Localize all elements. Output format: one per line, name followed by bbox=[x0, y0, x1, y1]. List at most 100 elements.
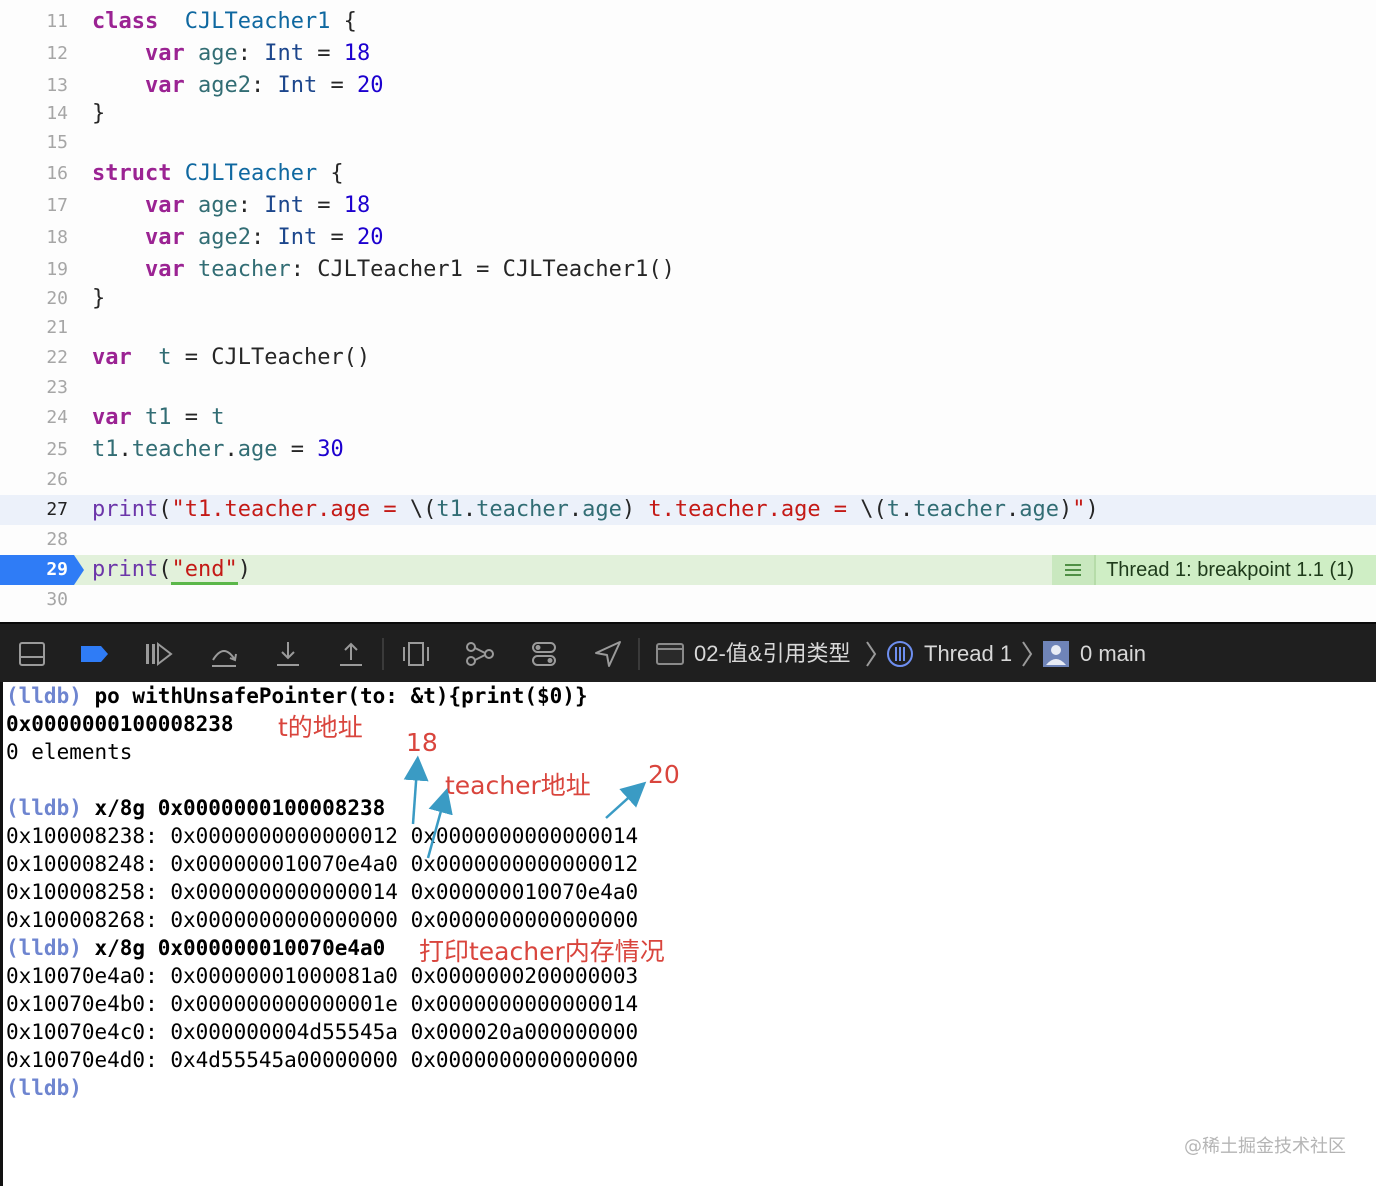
line-number[interactable]: 13 bbox=[0, 71, 68, 101]
line-number[interactable]: 27 bbox=[0, 495, 68, 525]
console-line: 0x100008238: 0x0000000000000012 0x000000… bbox=[6, 822, 638, 850]
code-token: var bbox=[144, 41, 185, 66]
code-line[interactable]: 26 bbox=[0, 465, 1376, 495]
code-token: = bbox=[277, 437, 318, 462]
step-over-icon[interactable] bbox=[208, 638, 240, 670]
code-line[interactable]: 30 bbox=[0, 585, 1376, 615]
lldb-command: x/8g 0x000000010070e4a0 bbox=[81, 936, 386, 960]
line-number[interactable]: 30 bbox=[0, 585, 68, 615]
code-line[interactable]: 11 class CJLTeacher1 { bbox=[0, 7, 1376, 37]
line-number[interactable]: 12 bbox=[0, 39, 68, 69]
code-token: } bbox=[92, 286, 106, 311]
console-line: 0x100008248: 0x000000010070e4a0 0x000000… bbox=[6, 850, 638, 878]
line-number[interactable]: 28 bbox=[0, 525, 68, 555]
code-token: CJLTeacher bbox=[184, 161, 318, 186]
code-token: teacher bbox=[131, 437, 225, 462]
code-line[interactable]: 19 var teacher: CJLTeacher1 = CJLTeacher… bbox=[0, 255, 1376, 285]
line-number[interactable]: 16 bbox=[0, 159, 68, 189]
code-token: Int bbox=[277, 73, 318, 98]
annotation-teacher-address: teacher地址 bbox=[445, 771, 591, 800]
console-output-text: 0 elements bbox=[6, 740, 133, 764]
code-token: : bbox=[237, 41, 265, 66]
environment-overrides-icon[interactable] bbox=[528, 638, 560, 670]
code-token: print bbox=[92, 557, 159, 582]
code-token: = bbox=[303, 41, 344, 66]
breadcrumb-target[interactable]: 02-值&引用类型 bbox=[694, 624, 850, 684]
lldb-command: x/8g 0x0000000100008238 bbox=[81, 796, 386, 820]
code-line[interactable]: 22 var t = CJLTeacher() bbox=[0, 343, 1376, 373]
code-line[interactable]: 13 var age2: Int = 20 bbox=[0, 71, 1376, 101]
code-line[interactable]: 21 bbox=[0, 313, 1376, 343]
source-editor[interactable]: 11 class CJLTeacher1 {12 var age: Int = 1… bbox=[0, 0, 1376, 622]
code-token: : bbox=[237, 193, 265, 218]
code-token: = bbox=[171, 405, 212, 430]
breadcrumb-frame[interactable]: 0 main bbox=[1080, 624, 1146, 684]
code-line[interactable]: 18 var age2: Int = 20 bbox=[0, 223, 1376, 253]
line-number[interactable]: 19 bbox=[0, 255, 68, 285]
line-number[interactable]: 21 bbox=[0, 313, 68, 343]
console-output-text: 0x100008238: 0x0000000000000012 0x000000… bbox=[6, 824, 639, 848]
breakpoints-toggle-icon[interactable] bbox=[78, 638, 110, 670]
console-output-text: 0x100008268: 0x0000000000000000 0x000000… bbox=[6, 908, 639, 932]
line-number[interactable]: 14 bbox=[0, 99, 68, 129]
code-line[interactable]: 27 print("t1.teacher.age = \(t1.teacher.a… bbox=[0, 495, 1376, 525]
code-token: t1 bbox=[145, 405, 172, 430]
lldb-prompt: (lldb) bbox=[6, 936, 82, 960]
code-token: "end" bbox=[171, 557, 238, 585]
menu-lines-icon[interactable] bbox=[1052, 555, 1097, 585]
line-number[interactable]: 18 bbox=[0, 223, 68, 253]
code-token: " bbox=[1072, 497, 1086, 522]
breadcrumb-thread[interactable]: Thread 1 bbox=[924, 624, 1012, 684]
console-output-text: 0x10070e4b0: 0x000000000000001e 0x000000… bbox=[6, 992, 639, 1016]
code-line[interactable]: 14} bbox=[0, 99, 1376, 129]
breakpoint-badge[interactable]: Thread 1: breakpoint 1.1 (1) bbox=[1052, 555, 1376, 585]
continue-icon[interactable] bbox=[142, 638, 174, 670]
code-line[interactable]: 24 var t1 = t bbox=[0, 403, 1376, 433]
hide-debug-area-icon[interactable] bbox=[16, 638, 48, 670]
simulate-location-icon[interactable] bbox=[592, 638, 624, 670]
line-number[interactable]: 11 bbox=[0, 7, 68, 37]
code-token: Int bbox=[264, 193, 304, 218]
step-out-icon[interactable] bbox=[335, 638, 367, 670]
line-number[interactable]: 23 bbox=[0, 373, 68, 403]
code-token: = bbox=[317, 73, 357, 98]
code-line[interactable]: 17 var age: Int = 18 bbox=[0, 191, 1376, 221]
code-token: \( bbox=[860, 497, 887, 522]
code-line[interactable]: 28 bbox=[0, 525, 1376, 555]
memory-graph-icon[interactable] bbox=[464, 638, 496, 670]
code-token: \( bbox=[409, 497, 437, 522]
annotation-t-address: t的地址 bbox=[278, 713, 363, 742]
line-number[interactable]: 25 bbox=[0, 435, 68, 465]
line-number[interactable]: 29 bbox=[0, 555, 68, 585]
debug-toolbar: 02-值&引用类型 Thread 1 0 main bbox=[0, 622, 1376, 684]
code-line[interactable]: 25 t1.teacher.age = 30 bbox=[0, 435, 1376, 465]
line-number[interactable]: 24 bbox=[0, 403, 68, 433]
lldb-console[interactable]: (lldb) po withUnsafePointer(to: &t){prin… bbox=[0, 682, 1376, 1186]
code-token: struct bbox=[92, 161, 172, 186]
view-hierarchy-icon[interactable] bbox=[400, 638, 432, 670]
code-token: var bbox=[92, 345, 132, 370]
line-number[interactable]: 17 bbox=[0, 191, 68, 221]
app-target-icon bbox=[656, 643, 684, 665]
code-line[interactable]: 29 print("end") Thread 1: breakpoint 1.1 (… bbox=[0, 555, 1376, 585]
line-number[interactable]: 22 bbox=[0, 343, 68, 373]
console-line: 0x10070e4d0: 0x4d55545a00000000 0x000000… bbox=[6, 1046, 638, 1074]
code-line[interactable]: 15 bbox=[0, 128, 1376, 158]
code-line[interactable]: 20} bbox=[0, 284, 1376, 314]
code-text: print("end") bbox=[92, 555, 251, 585]
code-line[interactable]: 23 bbox=[0, 373, 1376, 403]
code-token: : bbox=[250, 225, 278, 250]
code-line[interactable]: 16 struct CJLTeacher { bbox=[0, 159, 1376, 189]
line-number[interactable]: 26 bbox=[0, 465, 68, 495]
line-number[interactable]: 15 bbox=[0, 128, 68, 158]
code-line[interactable]: 12 var age: Int = 18 bbox=[0, 39, 1376, 69]
lldb-command: po withUnsafePointer(to: &t){print($0)} bbox=[81, 684, 588, 708]
code-token: Int bbox=[277, 225, 318, 250]
code-token: . bbox=[568, 497, 583, 522]
step-into-icon[interactable] bbox=[272, 638, 304, 670]
line-number[interactable]: 20 bbox=[0, 284, 68, 314]
